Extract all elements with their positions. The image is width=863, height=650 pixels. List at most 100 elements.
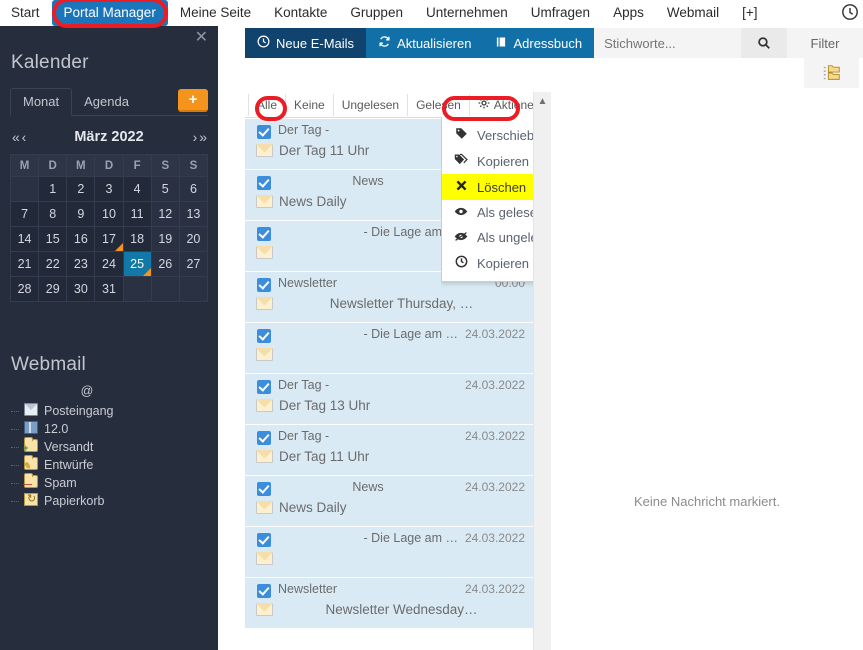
nav-item-gruppen[interactable]: Gruppen bbox=[339, 0, 414, 26]
mail-select-checkbox[interactable] bbox=[257, 584, 271, 598]
mail-row-bottom bbox=[245, 347, 533, 369]
nav-item-portal-manager[interactable]: Portal Manager bbox=[51, 0, 168, 26]
refresh-button[interactable]: Aktualisieren bbox=[366, 28, 484, 58]
webmail-account-label[interactable]: @ bbox=[12, 376, 162, 402]
calendar-day-21[interactable]: 21 bbox=[9, 251, 40, 277]
nav-item-unternehmen[interactable]: Unternehmen bbox=[415, 0, 519, 26]
nav-item-kontakte[interactable]: Kontakte bbox=[263, 0, 338, 26]
new-emails-button[interactable]: Neue E-Mails bbox=[245, 28, 367, 58]
mail-select-checkbox[interactable] bbox=[257, 482, 271, 496]
calendar-day-10[interactable]: 10 bbox=[94, 201, 124, 227]
calendar-day-1[interactable]: 1 bbox=[38, 176, 68, 202]
calendar-day-18[interactable]: 18 bbox=[122, 226, 152, 252]
filter-ungelesen-button[interactable]: Ungelesen bbox=[334, 93, 409, 116]
filter-keine-button[interactable]: Keine bbox=[286, 93, 334, 116]
webmail-folder-papierkorb[interactable]: Papierkorb bbox=[0, 492, 218, 510]
calendar-day-26[interactable]: 26 bbox=[150, 251, 180, 277]
calendar-day-11[interactable]: 11 bbox=[122, 201, 152, 227]
calendar-day-28[interactable]: 28 bbox=[9, 276, 40, 302]
mail-select-checkbox[interactable] bbox=[257, 227, 271, 241]
add-event-button[interactable]: + bbox=[178, 89, 208, 112]
webmail-folder-posteingang[interactable]: Posteingang bbox=[0, 402, 218, 420]
tag-icon bbox=[454, 127, 468, 143]
calendar-next-button[interactable]: › » bbox=[193, 129, 207, 145]
mail-list-item[interactable]: Der Tag - 24.03.2022 Der Tag 13 Uhr bbox=[245, 374, 533, 425]
dropdown-item-l-schen[interactable]: Löschen bbox=[442, 174, 533, 200]
copy-folders-icon[interactable] bbox=[804, 58, 859, 88]
calendar-day-4[interactable]: 4 bbox=[122, 176, 152, 202]
filter-button[interactable]: Filter bbox=[787, 28, 863, 58]
dropdown-item-kopieren[interactable]: Kopieren bbox=[442, 250, 533, 276]
top-navigation: Start Portal Manager Meine Seite Kontakt… bbox=[0, 0, 863, 26]
webmail-folder-12-0[interactable]: 12.0 bbox=[0, 420, 218, 438]
filter-gelesen-button[interactable]: Gelesen bbox=[408, 93, 470, 116]
close-icon[interactable]: ✕ bbox=[195, 30, 208, 46]
mail-select-checkbox[interactable] bbox=[257, 125, 271, 139]
mail-list-item[interactable]: News 24.03.2022 News Daily bbox=[245, 476, 533, 527]
calendar-tab-agenda[interactable]: Agenda bbox=[72, 89, 141, 115]
calendar-tab-monat[interactable]: Monat bbox=[10, 88, 73, 116]
search-input[interactable] bbox=[594, 28, 741, 58]
calendar-day-16[interactable]: 16 bbox=[66, 226, 96, 252]
calendar-day-5[interactable]: 5 bbox=[150, 176, 180, 202]
calendar-day-20[interactable]: 20 bbox=[178, 226, 209, 252]
search-icon[interactable] bbox=[741, 28, 787, 58]
calendar-day-25[interactable]: 25 bbox=[122, 251, 152, 277]
calendar-day-17[interactable]: 17 bbox=[94, 226, 124, 252]
filter-alle-button[interactable]: Alle bbox=[248, 93, 287, 116]
dropdown-item-verschieben[interactable]: Verschieben bbox=[442, 122, 533, 148]
nav-item-apps[interactable]: Apps bbox=[602, 0, 655, 26]
mail-list-item[interactable]: - Die Lage am … 24.03.2022 bbox=[245, 527, 533, 578]
calendar-day-9[interactable]: 9 bbox=[66, 201, 96, 227]
nav-item-meine-seite[interactable]: Meine Seite bbox=[169, 0, 262, 26]
globe-clock-icon[interactable] bbox=[841, 3, 859, 21]
calendar-day-24[interactable]: 24 bbox=[94, 251, 124, 277]
calendar-day-3[interactable]: 3 bbox=[94, 176, 124, 202]
mail-list-item[interactable]: Der Tag - 24.03.2022 Der Tag 11 Uhr bbox=[245, 425, 533, 476]
nav-item-webmail[interactable]: Webmail bbox=[656, 0, 730, 26]
webmail-folder-spam[interactable]: — Spam bbox=[0, 473, 218, 492]
mail-select-checkbox[interactable] bbox=[257, 329, 271, 343]
calendar-day-14[interactable]: 14 bbox=[9, 226, 40, 252]
dropdown-item-kopieren[interactable]: Kopieren bbox=[442, 148, 533, 174]
mail-select-checkbox[interactable] bbox=[257, 176, 271, 190]
mail-list-item[interactable]: Newsletter 24.03.2022 Newsletter Wednesday… bbox=[245, 578, 533, 629]
calendar-day-23[interactable]: 23 bbox=[66, 251, 96, 277]
webmail-folder-entw-rfe[interactable]: ✎ Entwürfe bbox=[0, 455, 218, 474]
mail-subject: Newsletter Wednesday… bbox=[325, 602, 478, 617]
calendar-day-12[interactable]: 12 bbox=[150, 201, 180, 227]
mail-select-checkbox[interactable] bbox=[257, 380, 271, 394]
calendar-day-19[interactable]: 19 bbox=[150, 226, 180, 252]
nav-item-umfragen[interactable]: Umfragen bbox=[520, 0, 601, 26]
calendar-panel-title: Kalender bbox=[11, 52, 89, 73]
calendar-week-row: 28 29 30 31 bbox=[9, 276, 209, 302]
dropdown-item-als-gelesen[interactable]: Als gelesen bbox=[442, 200, 533, 225]
mail-select-checkbox[interactable] bbox=[257, 431, 271, 445]
chevron-up-icon[interactable]: ▲ bbox=[534, 92, 551, 110]
addressbook-button[interactable]: Adressbuch bbox=[483, 28, 595, 58]
calendar-days: 1 2 3 4 5 6 7 8 9 10 11 12 13 14 15 16 17 18 19 20 21 22 23 24 2… bbox=[9, 176, 209, 302]
calendar-day-15[interactable]: 15 bbox=[38, 226, 68, 252]
calendar-day-2[interactable]: 2 bbox=[66, 176, 96, 202]
calendar-day-31[interactable]: 31 bbox=[94, 276, 124, 302]
webmail-folder-versandt[interactable]: + Versandt bbox=[0, 437, 218, 456]
drafts-folder-icon: ✎ bbox=[23, 455, 38, 473]
calendar-day-13[interactable]: 13 bbox=[178, 201, 209, 227]
calendar-prev-button[interactable]: « ‹ bbox=[12, 129, 26, 145]
nav-item-start[interactable]: Start bbox=[0, 0, 51, 26]
calendar-day-27[interactable]: 27 bbox=[178, 251, 209, 277]
mail-list-item[interactable]: - Die Lage am … 24.03.2022 bbox=[245, 323, 533, 374]
mail-select-checkbox[interactable] bbox=[257, 278, 271, 292]
mail-select-checkbox[interactable] bbox=[257, 533, 271, 547]
mail-list-scrollbar[interactable]: ▲ bbox=[533, 92, 551, 650]
calendar-day-8[interactable]: 8 bbox=[38, 201, 68, 227]
mail-sender: - Die Lage am … bbox=[363, 531, 458, 545]
calendar-day-29[interactable]: 29 bbox=[38, 276, 68, 302]
dropdown-item-als-ungelesen[interactable]: Als ungelesen bbox=[442, 225, 533, 250]
calendar-day-22[interactable]: 22 bbox=[38, 251, 68, 277]
nav-item-add-more[interactable]: [+] bbox=[731, 0, 768, 26]
calendar-day-7[interactable]: 7 bbox=[9, 201, 40, 227]
calendar-day-6[interactable]: 6 bbox=[178, 176, 209, 202]
aktionen-button[interactable]: Aktionen bbox=[470, 93, 533, 116]
calendar-day-30[interactable]: 30 bbox=[66, 276, 96, 302]
